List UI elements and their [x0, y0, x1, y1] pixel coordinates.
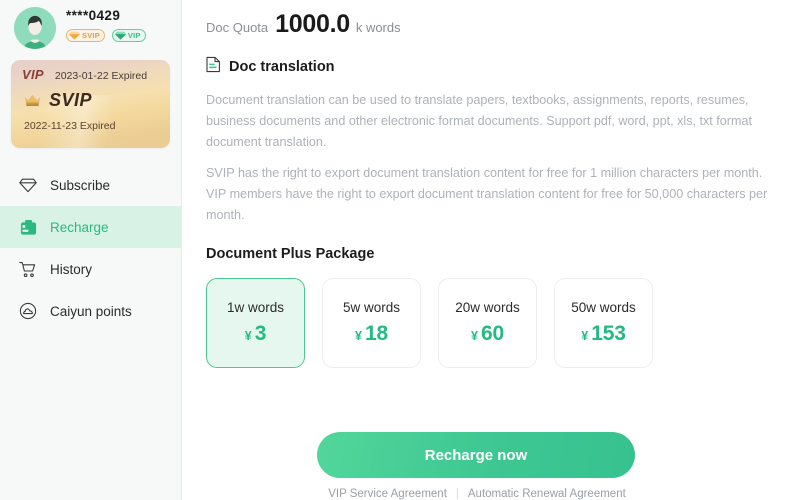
cta-section: Recharge now VIP Service Agreement | Aut… [317, 432, 637, 500]
doc-translation-heading: Doc translation [206, 56, 780, 77]
gem-icon [115, 31, 126, 40]
vip-expiry-date: 2023-01-22 Expired [54, 70, 148, 82]
vip-service-agreement-link[interactable]: VIP Service Agreement [328, 488, 447, 500]
app-root: ****0429 SVIP VIP VIP 2023-01-22 Expired… [0, 0, 800, 500]
sidebar-item-history[interactable]: History [0, 248, 181, 290]
legal-divider: | [455, 488, 459, 500]
doc-quota-value: 1000.0 [275, 10, 350, 38]
currency-symbol: ¥ [471, 329, 478, 343]
sidebar-item-subscribe[interactable]: Subscribe [0, 164, 181, 206]
avatar[interactable] [14, 7, 56, 49]
package-words: 20w words [455, 300, 520, 315]
sidebar-item-label: Caiyun points [50, 303, 132, 319]
sidebar-item-recharge[interactable]: Recharge [0, 206, 181, 248]
package-price: ¥ 18 [355, 322, 388, 346]
sidebar-item-label: History [50, 261, 93, 277]
package-amount: 153 [591, 322, 626, 345]
badge-svip-label: SVIP [82, 31, 100, 40]
membership-card[interactable]: VIP 2023-01-22 Expired SVIP 2022-11-23 E… [11, 60, 170, 148]
automatic-renewal-agreement-link[interactable]: Automatic Renewal Agreement [468, 488, 626, 500]
badge-svip: SVIP [66, 29, 105, 42]
package-price: ¥ 153 [581, 322, 626, 346]
sidebar-nav: Subscribe Recharge History Caiyun points [0, 164, 181, 332]
description-paragraph-2: SVIP has the right to export document tr… [206, 166, 768, 222]
gem-outline-icon [19, 176, 37, 194]
badge-list: SVIP VIP [66, 29, 146, 42]
profile-details: ****0429 SVIP VIP [66, 7, 146, 42]
profile-header: ****0429 SVIP VIP [0, 0, 181, 52]
package-card-50w[interactable]: 50w words ¥ 153 [554, 278, 653, 368]
svip-expiry-date: 2022-11-23 Expired [24, 120, 116, 132]
package-words: 1w words [226, 300, 285, 315]
package-card-1w[interactable]: 1w words ¥ 3 [206, 278, 305, 368]
package-card-5w[interactable]: 5w words ¥ 18 [322, 278, 421, 368]
sidebar-item-caiyun-points[interactable]: Caiyun points [0, 290, 181, 332]
wallet-icon [19, 218, 37, 236]
currency-symbol: ¥ [581, 329, 589, 343]
currency-symbol: ¥ [355, 329, 362, 343]
vip-tag: VIP [22, 67, 44, 82]
cloud-circle-icon [19, 302, 37, 320]
user-avatar-icon [14, 7, 56, 49]
doc-quota-unit: k words [355, 20, 401, 35]
package-price: ¥ 3 [244, 322, 267, 346]
package-words: 50w words [571, 300, 636, 315]
username: ****0429 [66, 8, 121, 23]
badge-vip-label: VIP [127, 31, 141, 40]
sidebar: ****0429 SVIP VIP VIP 2023-01-22 Expired… [0, 0, 182, 500]
document-icon [206, 56, 221, 77]
currency-symbol: ¥ [244, 329, 252, 343]
package-words: 5w words [342, 300, 401, 315]
crown-icon [25, 95, 40, 106]
description-paragraph-1: Document translation can be used to tran… [206, 93, 752, 149]
svip-row: SVIP [11, 82, 170, 111]
package-amount: 3 [254, 322, 267, 345]
sidebar-item-label: Recharge [50, 219, 109, 235]
legal-links: VIP Service Agreement | Automatic Renewa… [317, 488, 637, 500]
cart-icon [19, 260, 37, 278]
gem-icon [69, 31, 80, 40]
sidebar-item-label: Subscribe [50, 177, 111, 193]
doc-quota-label: Doc Quota [206, 20, 269, 35]
vip-row: VIP 2023-01-22 Expired [11, 60, 170, 82]
package-list: 1w words ¥ 3 5w words ¥ 18 20w words ¥ 6… [206, 278, 780, 368]
doc-quota: Doc Quota 1000.0 k words [206, 10, 780, 42]
doc-translation-title: Doc translation [229, 58, 335, 75]
svip-tag: SVIP [49, 90, 93, 110]
main-content: Doc Quota 1000.0 k words Doc translation… [182, 0, 800, 500]
package-price: ¥ 60 [471, 322, 504, 346]
recharge-now-button[interactable]: Recharge now [317, 432, 635, 478]
package-amount: 18 [364, 322, 388, 345]
package-card-20w[interactable]: 20w words ¥ 60 [438, 278, 537, 368]
package-section-title: Document Plus Package [206, 246, 375, 262]
badge-vip: VIP [111, 29, 146, 42]
package-amount: 60 [480, 322, 504, 345]
